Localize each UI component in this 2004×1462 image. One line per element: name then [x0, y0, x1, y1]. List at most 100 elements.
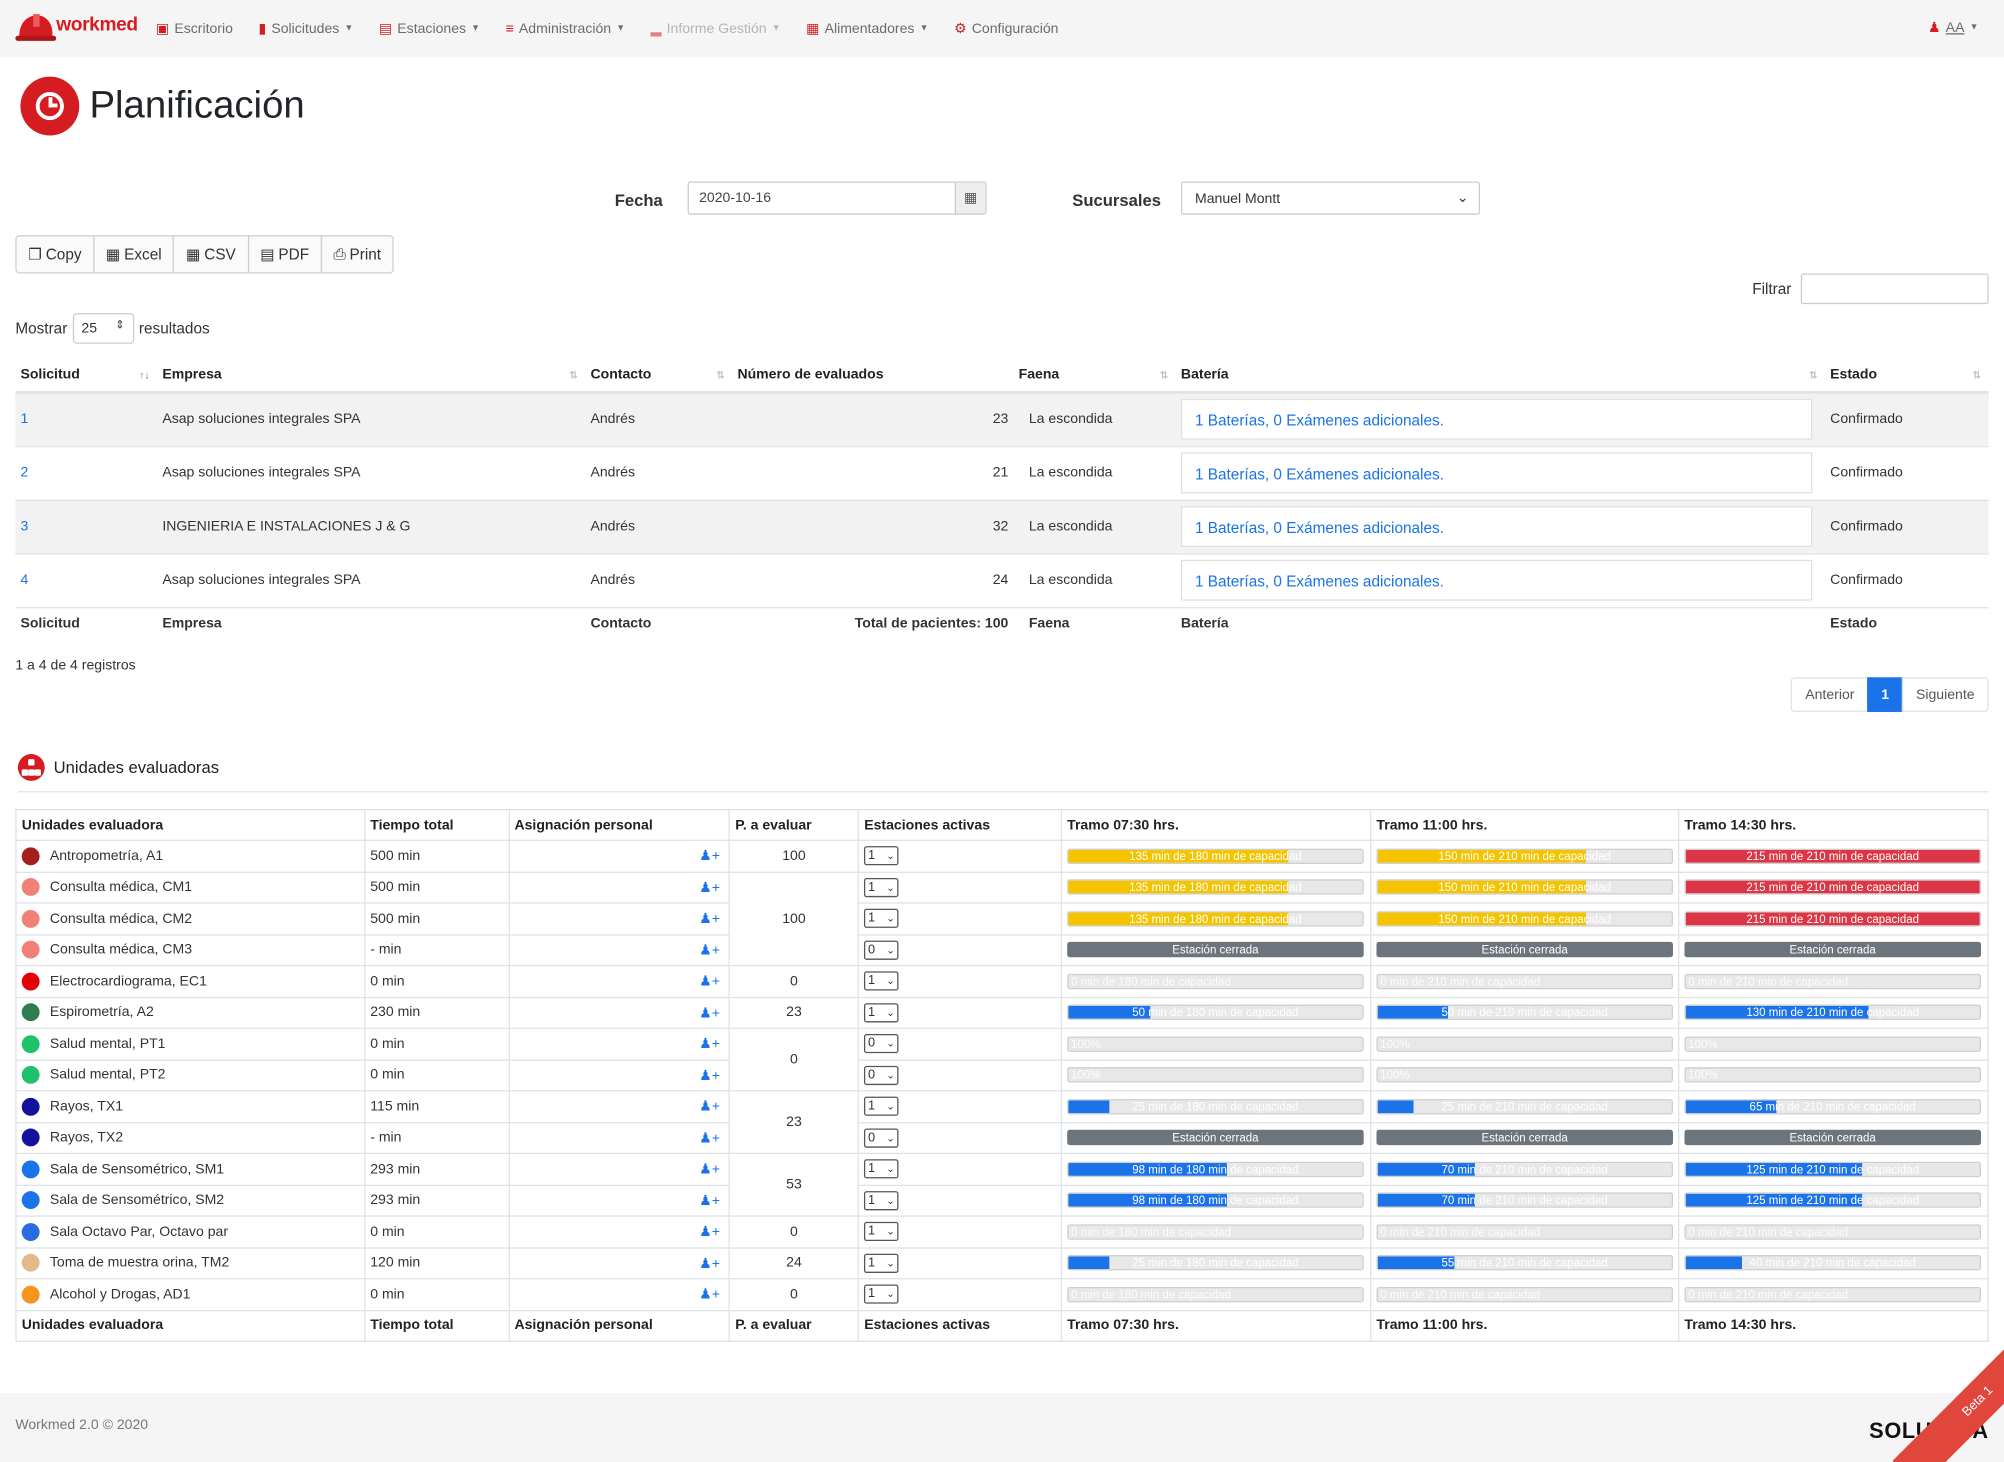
color-dot — [21, 909, 40, 928]
nav-item-estaciones[interactable]: ▤ Estaciones ▼ — [379, 20, 480, 37]
nav-item-alimentadores[interactable]: ▦ Alimentadores ▼ — [806, 20, 928, 37]
nav-item-escritorio[interactable]: ▣ Escritorio — [156, 20, 233, 37]
tramo-cell: 150 min de 210 min de capacidad — [1370, 839, 1680, 873]
excel-button[interactable]: ▦ Excel — [93, 235, 175, 274]
nav-item-configuraci-n[interactable]: ⚙ Configuración — [954, 20, 1058, 37]
unidad-name: Espirometría, A2 — [49, 1004, 154, 1021]
column-header: P. a evaluar — [728, 809, 860, 841]
button-label: Print — [349, 245, 382, 264]
solicitud-link[interactable]: 3 — [20, 519, 28, 534]
add-user-icon[interactable]: ♟+ — [699, 1255, 720, 1271]
add-user-icon[interactable]: ♟+ — [699, 1004, 720, 1021]
bateria-link[interactable]: 1 Baterías, 0 Exámenes adicionales. — [1180, 559, 1813, 601]
tramo-cell: 100% — [1678, 1058, 1989, 1092]
capacity-bar-label: 25 min de 180 min de capacidad — [1132, 1256, 1299, 1270]
nav-item-administraci-n[interactable]: ≡ Administración ▼ — [506, 21, 625, 36]
estaciones-select[interactable]: 1 ⌄ — [864, 909, 899, 929]
capacity-bar-label: 50 min de 210 min de capacidad — [1441, 1006, 1608, 1019]
estaciones-select[interactable]: 1 ⌄ — [864, 846, 899, 866]
pdf-button[interactable]: ▤ PDF — [247, 235, 322, 274]
filtrar-input[interactable] — [1800, 273, 1989, 305]
p-evaluar-cell: 23 — [728, 1090, 860, 1155]
unidad-cell: Sala de Sensométrico, SM2 — [15, 1184, 366, 1217]
sucursales-select[interactable]: Manuel Montt ⌄ — [1180, 181, 1480, 215]
add-user-icon[interactable]: ♟+ — [699, 1223, 720, 1240]
unidad-name-wrap: Toma de muestra orina, TM2 — [21, 1254, 359, 1272]
calendar-icon[interactable]: ▦ — [954, 182, 986, 214]
estaciones-select[interactable]: 1 ⌄ — [864, 1222, 899, 1242]
add-user-icon[interactable]: ♟+ — [699, 1286, 720, 1302]
estaciones-select[interactable]: 1 ⌄ — [864, 1190, 899, 1211]
tramo-cell: 125 min de 210 min de capacidad — [1678, 1152, 1989, 1186]
nav-item-informe-gesti-n[interactable]: ▂ Informe Gestión ▼ — [651, 20, 781, 37]
column-header[interactable]: Empresa ⇅ — [157, 357, 586, 394]
page-1-button[interactable]: 1 — [1867, 677, 1904, 712]
bateria-link[interactable]: 1 Baterías, 0 Exámenes adicionales. — [1180, 452, 1813, 494]
estaciones-select[interactable]: 1 ⌄ — [864, 1096, 899, 1117]
unidad-name: Consulta médica, CM3 — [49, 942, 193, 958]
column-header[interactable]: Estado ⇅ — [1825, 357, 1989, 394]
p-evaluar-cell: 0 — [728, 1278, 860, 1311]
table-row: Alcohol y Drogas, AD1 0 min ♟+ 0 1 ⌄ 0 min de … — [15, 1278, 1989, 1311]
color-dot — [21, 878, 40, 897]
add-user-icon[interactable]: ♟+ — [699, 1161, 720, 1177]
add-user-icon[interactable]: ♟+ — [699, 1129, 720, 1146]
asignacion-cell: ♟+ — [508, 1278, 731, 1311]
add-user-icon[interactable]: ♟+ — [699, 1036, 720, 1052]
add-user-icon[interactable]: ♟+ — [699, 1067, 720, 1083]
estaciones-select[interactable]: 1 ⌄ — [864, 1002, 899, 1023]
capacity-bar: Estación cerrada — [1376, 1130, 1673, 1146]
column-header[interactable]: Número de evaluados — [732, 357, 1014, 394]
tramo-cell: 0 min de 210 min de capacidad — [1370, 1278, 1680, 1311]
asignacion-cell: ♟+ — [508, 839, 731, 873]
estaciones-select[interactable]: 1 ⌄ — [864, 1253, 899, 1273]
add-user-icon[interactable]: ♟+ — [699, 848, 720, 864]
nav-item-solicitudes[interactable]: ▮ Solicitudes ▼ — [258, 20, 353, 37]
prev-page-button[interactable]: Anterior — [1791, 677, 1869, 712]
chevron-down-icon: ⌄ — [886, 944, 895, 956]
estaciones-select[interactable]: 0 ⌄ — [864, 940, 899, 960]
print-button[interactable]: ⎙ Print — [320, 235, 394, 274]
estaciones-select[interactable]: 0 ⌄ — [864, 1128, 899, 1148]
add-user-icon[interactable]: ♟+ — [699, 1098, 720, 1114]
column-header[interactable]: Batería ⇅ — [1175, 357, 1826, 394]
add-user-icon[interactable]: ♟+ — [699, 942, 720, 958]
chart-icon: ▂ — [650, 21, 662, 38]
copy-button[interactable]: ❐ Copy — [15, 235, 95, 274]
chevron-down-icon: ⌄ — [886, 1006, 895, 1019]
solicitud-link[interactable]: 4 — [20, 573, 28, 588]
resultados-label: resultados — [138, 319, 210, 338]
csv-button[interactable]: ▦ CSV — [173, 235, 249, 274]
solicitud-link[interactable]: 2 — [20, 465, 28, 480]
estaciones-select[interactable]: 0 ⌄ — [864, 1065, 899, 1085]
column-header[interactable]: Contacto ⇅ — [585, 357, 733, 394]
beta-ribbon-label: Beta 1 — [1892, 1318, 2004, 1462]
asignacion-cell: ♟+ — [508, 996, 731, 1029]
workmed-logo[interactable]: workmed — [15, 12, 138, 45]
column-header[interactable]: Solicitud ↑↓ — [15, 357, 158, 394]
estaciones-select[interactable]: 0 ⌄ — [864, 1034, 899, 1054]
unidad-name-wrap: Salud mental, PT1 — [21, 1034, 359, 1053]
table-row: 3 INGENIERIA E INSTALACIONES J & G Andrés 3… — [15, 499, 1989, 555]
bateria-link[interactable]: 1 Baterías, 0 Exámenes adicionales. — [1180, 399, 1813, 440]
capacity-bar: 130 min de 210 min de capacidad — [1684, 1004, 1981, 1021]
estaciones-select[interactable]: 1 ⌄ — [864, 971, 899, 991]
page-length-select[interactable]: 25 ⇕ — [72, 313, 134, 344]
user-menu[interactable]: ♟ AA ▼ — [1928, 19, 1978, 36]
estaciones-select[interactable]: 1 ⌄ — [864, 1159, 899, 1179]
add-user-icon[interactable]: ♟+ — [699, 879, 720, 895]
page-length-value: 25 — [81, 320, 98, 337]
tramo-cell: 135 min de 180 min de capacidad — [1060, 871, 1372, 904]
top-navbar: workmed ▣ Escritorio ▮ Solicitudes ▼ ▤ Estacio… — [0, 0, 2004, 58]
add-user-icon[interactable]: ♟+ — [699, 910, 720, 927]
estaciones-select[interactable]: 1 ⌄ — [864, 1284, 899, 1304]
add-user-icon[interactable]: ♟+ — [699, 973, 720, 989]
fecha-input[interactable]: 2020-10-16 ▦ — [687, 181, 987, 215]
next-page-button[interactable]: Siguiente — [1901, 677, 1989, 712]
asignacion-cell: ♟+ — [508, 1058, 731, 1092]
estaciones-select[interactable]: 1 ⌄ — [864, 877, 899, 897]
solicitud-link[interactable]: 1 — [20, 412, 28, 427]
add-user-icon[interactable]: ♟+ — [699, 1192, 720, 1208]
bateria-link[interactable]: 1 Baterías, 0 Exámenes adicionales. — [1180, 506, 1813, 548]
column-header[interactable]: Faena ⇅ — [1013, 357, 1176, 394]
